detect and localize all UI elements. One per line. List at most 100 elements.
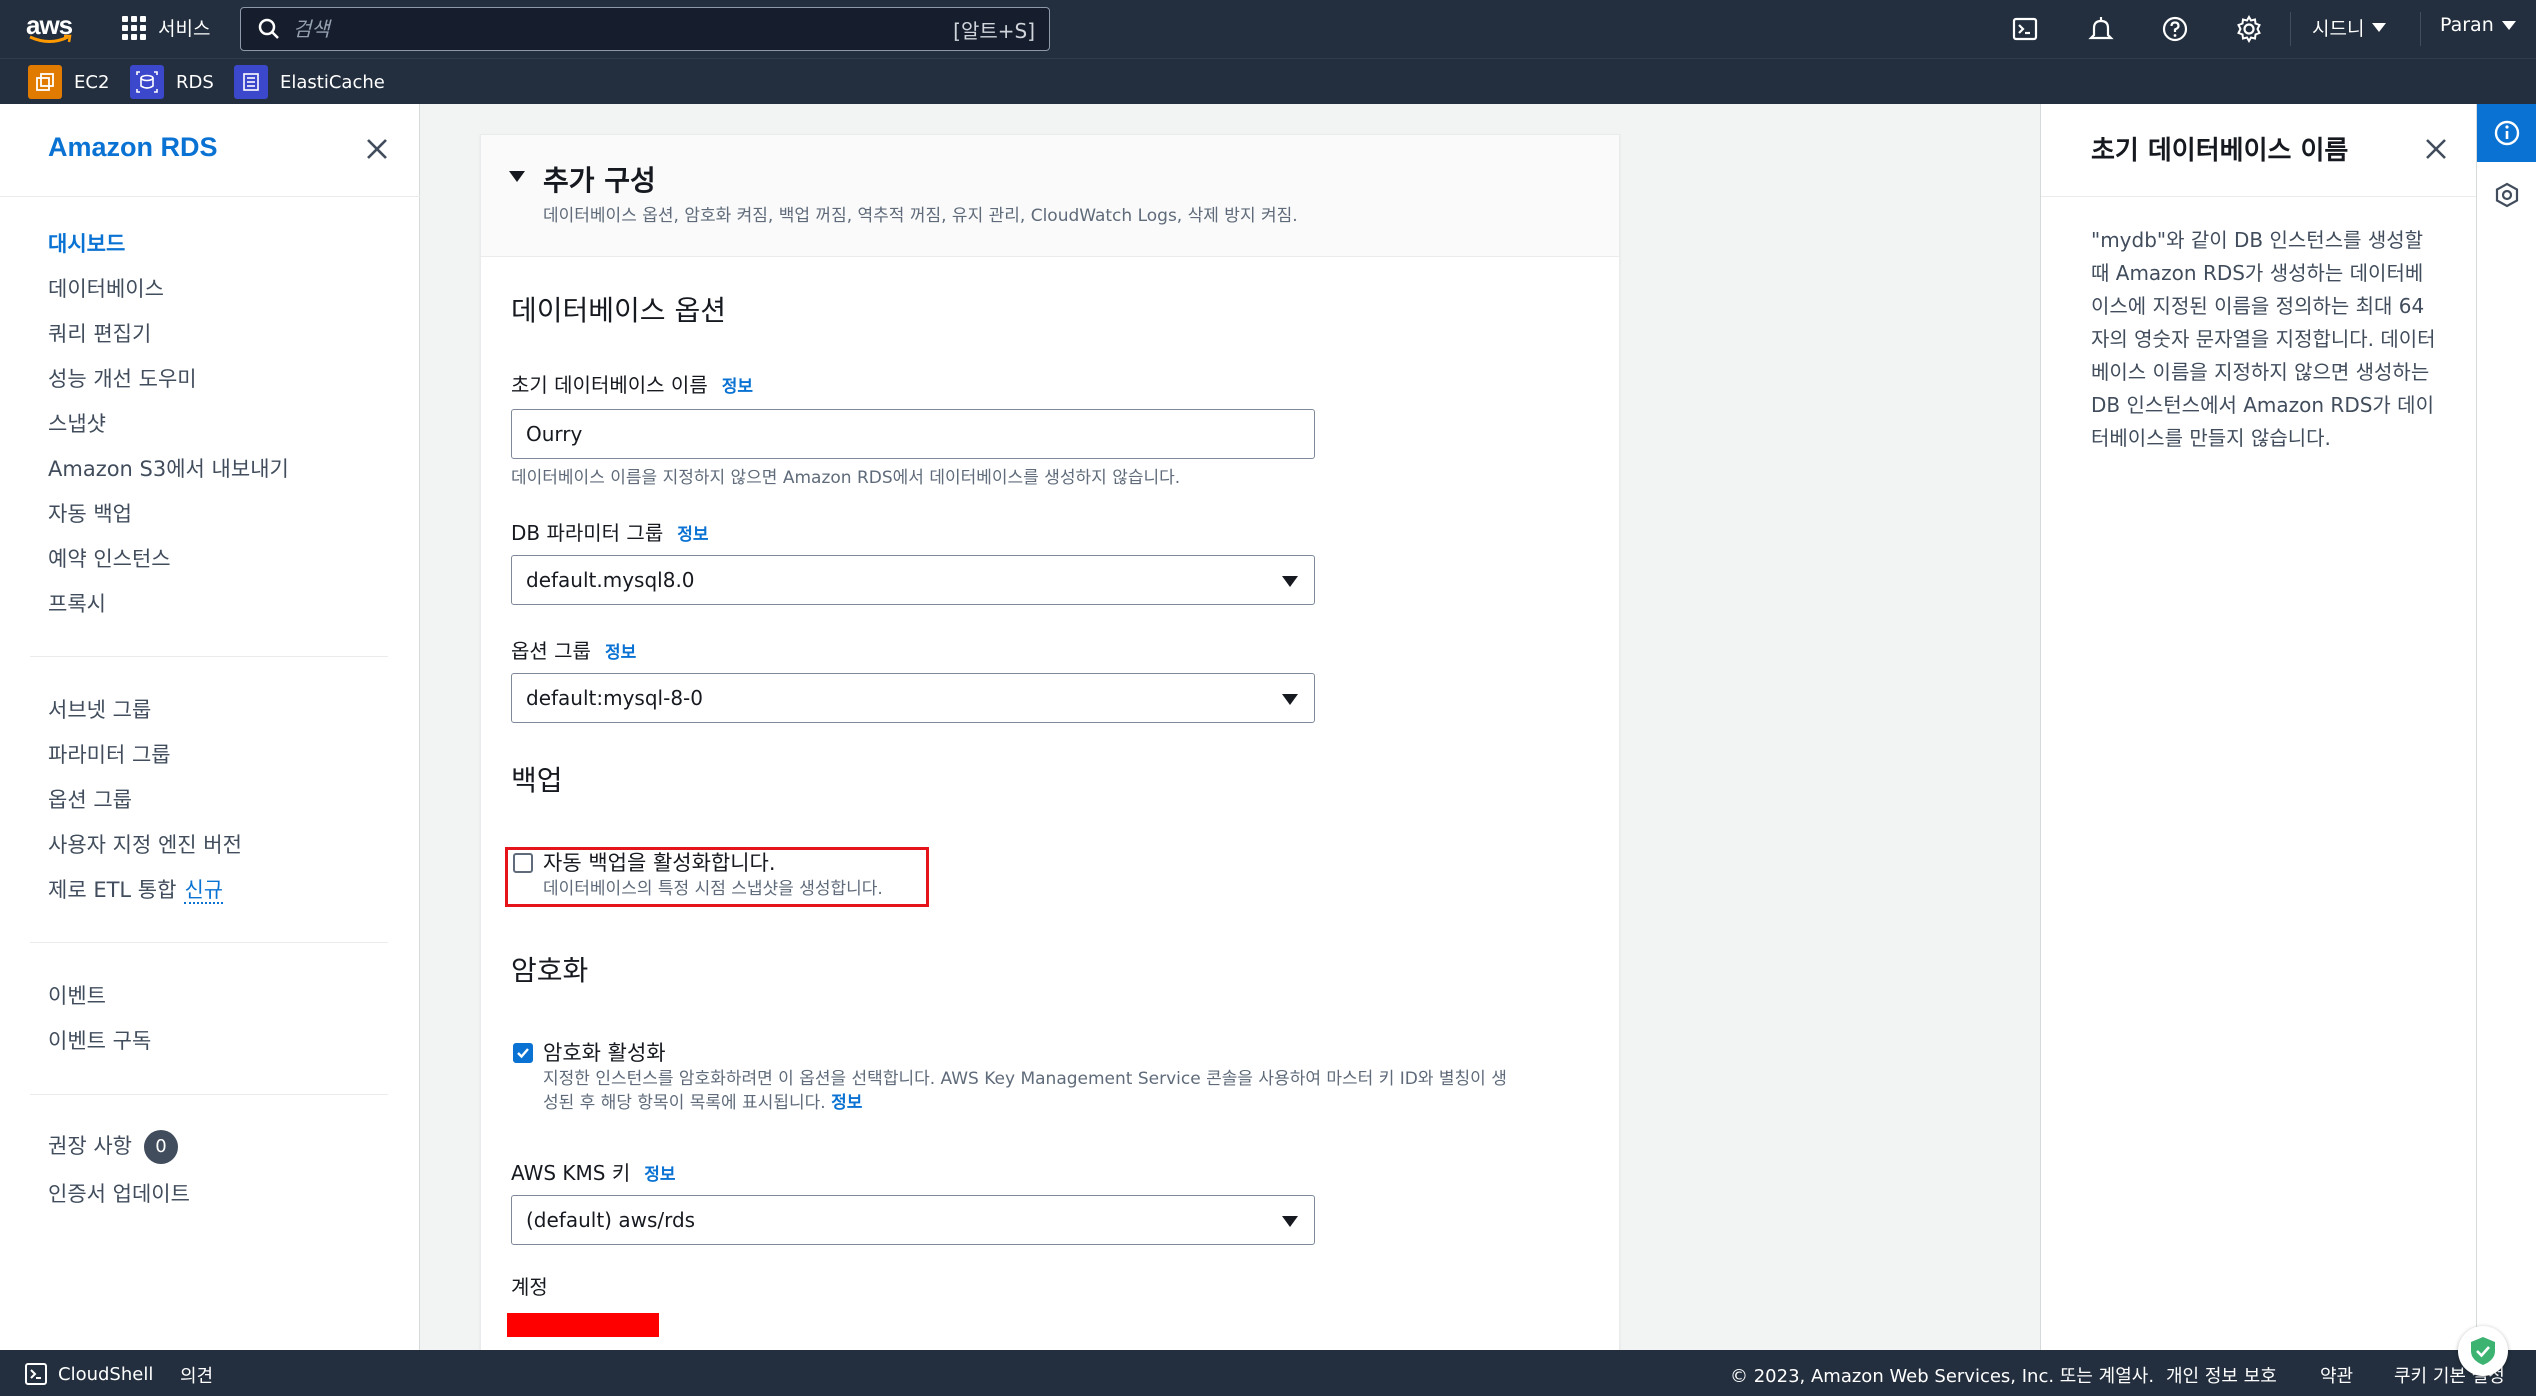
encryption-checkbox-label[interactable]: 암호화 활성화 [543,1037,666,1067]
info-panel-toggle[interactable] [2477,104,2536,162]
initial-db-name-input[interactable] [511,409,1315,459]
cloudshell-icon [25,1363,47,1385]
description-line: 지정한 인스턴스를 암호화하려면 이 옵션을 선택합니다. AWS Key Ma… [543,1069,1507,1089]
favorite-elasticache[interactable]: ElastiCache [234,65,385,99]
help-panel-body: "mydb"와 같이 DB 인스턴스를 생성할 때 Amazon RDS가 생성… [2091,228,2436,450]
bell-icon[interactable] [2086,14,2116,44]
param-group-select[interactable]: default.mysql8.0 [511,555,1315,605]
search-input[interactable] [293,17,893,41]
option-group-select[interactable]: default:mysql-8-0 [511,673,1315,723]
sidebar-item-zero-etl[interactable]: 제로 ETL 통합 신규 [48,874,224,904]
grid-icon [122,15,146,40]
sidebar-item-snapshots[interactable]: 스냅샷 [48,408,106,438]
new-badge: 신규 [184,878,224,904]
privacy-link[interactable]: 개인 정보 보호 [2166,1362,2277,1388]
tutorial-icon[interactable] [2492,180,2522,210]
cloudshell-icon[interactable] [2010,14,2040,44]
divider [2041,196,2477,197]
select-value: default:mysql-8-0 [526,686,703,710]
encryption-description: 지정한 인스턴스를 암호화하려면 이 옵션을 선택합니다. AWS Key Ma… [543,1067,1603,1115]
close-icon[interactable] [2421,134,2451,164]
sidebar-item-proxies[interactable]: 프록시 [48,588,106,618]
cloudshell-footer-button[interactable]: CloudShell [24,1362,153,1386]
encryption-checkbox[interactable] [513,1043,533,1063]
account-label: 계정 [511,1275,548,1299]
divider [30,656,388,657]
db-options-heading: 데이터베이스 옵션 [511,294,726,327]
kms-key-label: AWS KMS 키 정보 [511,1157,676,1186]
redacted-account-value [507,1313,659,1337]
caret-down-icon [2501,20,2516,30]
info-link[interactable]: 정보 [644,1165,675,1185]
sidebar-item-certificate-update[interactable]: 인증서 업데이트 [48,1178,190,1208]
cloudshell-label: CloudShell [58,1363,154,1385]
region-selector[interactable]: 시드니 [2312,14,2387,41]
additional-configuration-panel: 추가 구성 데이터베이스 옵션, 암호화 켜짐, 백업 꺼짐, 역추적 꺼짐, … [480,134,1620,1364]
aws-logo[interactable]: aws [26,10,78,48]
caret-down-icon[interactable] [509,171,525,182]
copyright-text: © 2023, Amazon Web Services, Inc. 또는 계열사… [1730,1366,2155,1387]
favorite-label: RDS [176,71,214,93]
search-bar[interactable]: [알트+S] [240,7,1050,51]
nav-divider [2290,12,2291,46]
feedback-link[interactable]: 의견 [180,1362,213,1388]
sidebar-item-subnet-groups[interactable]: 서브넷 그룹 [48,694,151,724]
section-description: 데이터베이스 옵션, 암호화 켜짐, 백업 꺼짐, 역추적 꺼짐, 유지 관리,… [543,206,1298,226]
sidebar-item-databases[interactable]: 데이터베이스 [48,273,164,303]
favorite-label: ElastiCache [280,71,385,93]
sidebar-title[interactable]: Amazon RDS [48,132,218,163]
sidebar-item-recommendations[interactable]: 권장 사항 0 [48,1130,178,1164]
sidebar-item-performance-insights[interactable]: 성능 개선 도우미 [48,363,197,393]
search-shortcut-hint: [알트+S] [953,18,1035,43]
sidebar-item-events[interactable]: 이벤트 [48,980,106,1010]
backup-checkbox-label[interactable]: 자동 백업을 활성화합니다. [543,847,776,877]
help-panel: 초기 데이터베이스 이름 "mydb"와 같이 DB 인스턴스를 생성할 때 A… [2040,104,2477,1350]
label-text: DB 파라미터 그룹 [511,521,664,545]
help-icon[interactable] [2160,14,2190,44]
caret-down-icon [1282,694,1298,705]
initial-db-help-text: 데이터베이스 이름을 지정하지 않으면 Amazon RDS에서 데이터베이스를… [511,468,1181,488]
sidebar-item-custom-engine-versions[interactable]: 사용자 지정 엔진 버전 [48,829,242,859]
services-label: 서비스 [158,18,211,40]
panel-header[interactable]: 추가 구성 데이터베이스 옵션, 암호화 켜짐, 백업 꺼짐, 역추적 꺼짐, … [481,135,1619,257]
section-title: 추가 구성 [543,164,656,197]
label-text: 초기 데이터베이스 이름 [511,373,708,397]
user-name: Paran [2440,14,2494,36]
gear-icon[interactable] [2234,14,2264,44]
help-panel-title: 초기 데이터베이스 이름 [2091,136,2349,166]
description-line: 성된 후 해당 항목이 목록에 표시됩니다. 정보 [543,1091,1603,1115]
kms-key-select[interactable]: (default) aws/rds [511,1195,1315,1245]
favorite-ec2[interactable]: EC2 [28,65,109,99]
sidebar-item-query-editor[interactable]: 쿼리 편집기 [48,318,151,348]
region-label: 시드니 [2312,18,2365,40]
terms-link[interactable]: 약관 [2320,1362,2353,1388]
sidebar-item-dashboard[interactable]: 대시보드 [48,228,125,258]
security-extension-icon[interactable] [2458,1326,2508,1376]
initial-db-name-label: 초기 데이터베이스 이름 정보 [511,369,753,398]
favorite-label: EC2 [74,71,110,93]
sidebar-item-event-subscriptions[interactable]: 이벤트 구독 [48,1025,151,1055]
nav-divider [2420,12,2421,46]
close-icon[interactable] [362,134,392,164]
backup-checkbox[interactable] [513,853,533,873]
services-menu-button[interactable]: 서비스 [122,14,210,41]
sidebar-item-automated-backups[interactable]: 자동 백업 [48,498,132,528]
backup-checkbox-description: 데이터베이스의 특정 시점 스냅샷을 생성합니다. [543,879,883,899]
favorite-rds[interactable]: RDS [130,65,214,99]
info-link[interactable]: 정보 [831,1093,862,1113]
sidebar-item-exports-s3[interactable]: Amazon S3에서 내보내기 [48,453,289,483]
ec2-icon [28,65,62,99]
sidebar-item-reserved-instances[interactable]: 예약 인스턴스 [48,543,171,573]
sidebar-item-parameter-groups[interactable]: 파라미터 그룹 [48,739,171,769]
aws-smile-icon [29,34,72,43]
account-menu[interactable]: Paran [2440,14,2516,36]
info-link[interactable]: 정보 [722,377,753,397]
info-icon [2494,120,2520,146]
elasticache-icon [234,65,268,99]
info-link[interactable]: 정보 [605,643,636,663]
sidebar-item-option-groups[interactable]: 옵션 그룹 [48,784,132,814]
caret-down-icon [1282,1216,1298,1227]
sidebar-item-label: 제로 ETL 통합 [48,878,177,902]
info-link[interactable]: 정보 [677,525,708,545]
backup-heading: 백업 [511,764,563,797]
